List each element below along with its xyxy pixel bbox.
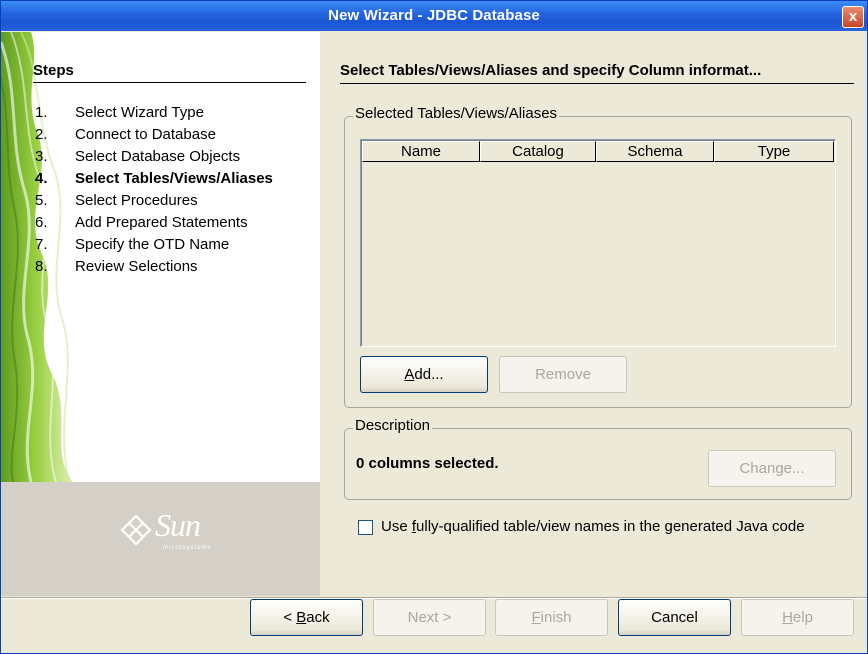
sun-logo-text: Sun: [155, 507, 201, 543]
cancel-button[interactable]: Cancel: [618, 599, 731, 636]
close-glyph: x: [848, 8, 858, 25]
step-number: 1.: [35, 104, 48, 121]
help-rest: elp: [792, 609, 813, 626]
add-mnemonic: A: [404, 366, 415, 383]
back-prefix: <: [283, 609, 297, 626]
step-item: 1. Select Wizard Type: [35, 102, 305, 124]
steps-panel: Steps 1. Select Wizard Type 2. Connect to …: [1, 32, 320, 482]
finish-mnemonic: F: [531, 609, 541, 626]
selected-tables-table[interactable]: Name Catalog Schema Type: [360, 139, 836, 347]
step-item: 5. Select Procedures: [35, 190, 305, 212]
fully-qualified-checkbox[interactable]: [358, 520, 373, 535]
step-list: 1. Select Wizard Type 2. Connect to Databa…: [35, 102, 305, 278]
help-mnemonic: H: [782, 609, 793, 626]
table-header: Name Catalog Schema Type: [362, 141, 834, 162]
fq-label-before: Use: [381, 518, 412, 535]
close-icon[interactable]: x: [842, 6, 864, 28]
step-number: 4.: [35, 170, 48, 187]
fq-label-after: ully-qualified table/view names in the g…: [416, 518, 805, 535]
step-item: 3. Select Database Objects: [35, 146, 305, 168]
column-header-name[interactable]: Name: [362, 141, 480, 162]
step-number: 8.: [35, 258, 48, 275]
step-number: 5.: [35, 192, 48, 209]
remove-button[interactable]: Remove: [499, 356, 627, 393]
change-button[interactable]: Change...: [708, 450, 836, 487]
title-divider: [340, 83, 854, 84]
back-mnemonic: B: [296, 609, 307, 626]
step-item: 7. Specify the OTD Name: [35, 234, 305, 256]
window-title: New Wizard - JDBC Database: [328, 7, 540, 24]
finish-rest: inish: [540, 609, 572, 626]
wizard-window: New Wizard - JDBC Database x Steps 1. Sel…: [0, 0, 868, 654]
columns-selected-text: 0 columns selected.: [356, 455, 499, 472]
fully-qualified-label[interactable]: Use fully-qualified table/view names in …: [381, 518, 805, 535]
step-item-current: 4. Select Tables/Views/Aliases: [35, 168, 305, 190]
step-label: Add Prepared Statements: [75, 214, 248, 231]
step-label: Select Procedures: [75, 192, 198, 209]
step-label: Review Selections: [75, 258, 198, 275]
steps-heading: Steps: [33, 62, 74, 79]
step-label: Select Wizard Type: [75, 104, 204, 121]
page-title: Select Tables/Views/Aliases and specify …: [340, 62, 762, 79]
next-button[interactable]: Next >: [373, 599, 486, 636]
column-header-schema[interactable]: Schema: [596, 141, 714, 162]
step-item: 2. Connect to Database: [35, 124, 305, 146]
steps-divider: [33, 82, 306, 83]
step-item: 6. Add Prepared Statements: [35, 212, 305, 234]
sun-logo-icon: [120, 514, 152, 546]
back-button[interactable]: < Back: [250, 599, 363, 636]
finish-button[interactable]: Finish: [495, 599, 608, 636]
title-bar[interactable]: New Wizard - JDBC Database x: [1, 1, 867, 31]
sun-logo-subtext: microsystems: [163, 545, 212, 551]
selected-tables-legend: Selected Tables/Views/Aliases: [353, 105, 560, 122]
step-label: Select Tables/Views/Aliases: [75, 170, 273, 187]
step-number: 6.: [35, 214, 48, 231]
step-number: 2.: [35, 126, 48, 143]
step-number: 7.: [35, 236, 48, 253]
add-label-rest: dd...: [414, 366, 444, 383]
step-item: 8. Review Selections: [35, 256, 305, 278]
column-header-type[interactable]: Type: [714, 141, 834, 162]
description-legend: Description: [353, 417, 433, 434]
step-label: Specify the OTD Name: [75, 236, 230, 253]
column-header-catalog[interactable]: Catalog: [480, 141, 596, 162]
step-label: Select Database Objects: [75, 148, 241, 165]
sun-logo-panel: Sun microsystems: [1, 482, 320, 596]
step-label: Connect to Database: [75, 126, 216, 143]
back-rest: ack: [306, 609, 330, 626]
help-button[interactable]: Help: [741, 599, 854, 636]
add-button[interactable]: Add...: [360, 356, 488, 393]
step-number: 3.: [35, 148, 48, 165]
